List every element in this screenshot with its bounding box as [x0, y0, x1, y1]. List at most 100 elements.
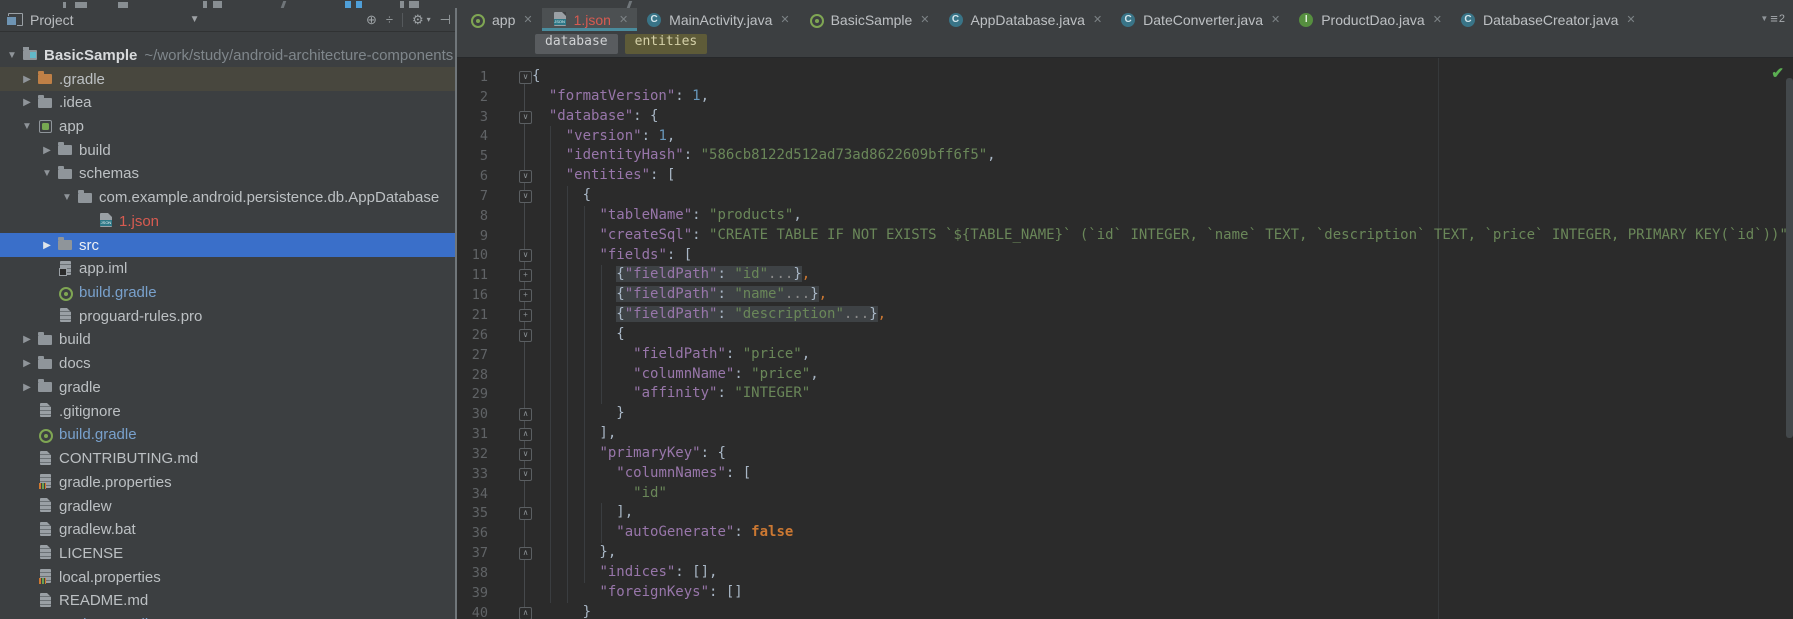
tab-productdao-java[interactable]: I ProductDao.java ✕ [1289, 8, 1451, 31]
close-icon[interactable]: ✕ [780, 13, 789, 26]
fold-gutter: ∨ [488, 325, 532, 345]
locate-file-icon[interactable]: ⊕ [366, 12, 377, 28]
chevron-collapsed-icon[interactable]: ▶ [17, 334, 37, 345]
code-text: "createSql": "CREATE TABLE IF NOT EXISTS… [599, 226, 1793, 243]
tree-item-gradlew[interactable]: gradlew [0, 494, 455, 518]
tab-app[interactable]: app ✕ [460, 8, 542, 31]
tree-item-build[interactable]: ▶ build [0, 328, 455, 352]
project-panel-title: Project [30, 11, 74, 28]
iml-icon [57, 260, 77, 277]
code-line: 36 "autoGenerate": false [457, 523, 1793, 543]
tree-item-proguard-rules-pro[interactable]: proguard-rules.pro [0, 304, 455, 328]
tree-item-src[interactable]: ▶ src [0, 233, 455, 257]
code-text: "id" [633, 484, 667, 501]
close-icon[interactable]: ✕ [523, 13, 532, 26]
tab-dateconverter-java[interactable]: C DateConverter.java ✕ [1111, 8, 1289, 31]
fold-start-icon[interactable]: ∨ [519, 70, 532, 84]
tree-item-basicsample[interactable]: ▼ BasicSample ~/work/study/android-archite… [0, 44, 455, 68]
fold-plus-icon[interactable]: + [519, 269, 532, 283]
settings-gear-icon[interactable]: ⚙ [412, 12, 424, 28]
close-icon[interactable]: ✕ [1433, 13, 1442, 26]
fold-start-icon[interactable]: ∨ [519, 170, 532, 184]
code-editor[interactable]: 1 ∨{2 "formatVersion": 1, 3 ∨ "database": {… [457, 57, 1793, 619]
tree-item-app-iml[interactable]: app.iml [0, 257, 455, 281]
panel-splitter[interactable] [455, 8, 457, 619]
close-icon[interactable]: ✕ [920, 13, 929, 26]
tree-item-gradlew-bat[interactable]: gradlew.bat [0, 518, 455, 542]
tree-item-gradle-properties[interactable]: gradle.properties [0, 470, 455, 494]
tree-item-settings-gradle[interactable]: settings.gradle [0, 613, 455, 619]
code-line: 16 + {"fieldPath": "name"...}, [457, 285, 1793, 305]
fold-end-icon[interactable]: ∧ [519, 408, 532, 422]
breadcrumb-database[interactable]: database [535, 34, 618, 54]
tree-item-schemas[interactable]: ▼ schemas [0, 162, 455, 186]
tab-mainactivity-java[interactable]: C MainActivity.java ✕ [637, 8, 798, 31]
tree-item-gradle[interactable]: ▶ gradle [0, 376, 455, 400]
project-view-dropdown-icon[interactable]: ▼ [190, 14, 200, 25]
tab-appdatabase-java[interactable]: C AppDatabase.java ✕ [939, 8, 1112, 31]
chevron-collapsed-icon[interactable]: ▶ [37, 240, 57, 251]
fold-end-icon[interactable]: ∧ [519, 606, 532, 619]
tree-item-contributing-md[interactable]: CONTRIBUTING.md [0, 447, 455, 471]
chevron-expanded-icon[interactable]: ▼ [57, 192, 77, 203]
fold-plus-icon[interactable]: + [519, 308, 532, 322]
fold-gutter [488, 583, 532, 603]
tree-item-build-gradle[interactable]: build.gradle [0, 281, 455, 305]
inspections-ok-icon[interactable]: ✔ [1771, 64, 1784, 82]
tree-item-readme-md[interactable]: README.md [0, 589, 455, 613]
tab-databasecreator-java[interactable]: C DatabaseCreator.java ✕ [1451, 8, 1645, 31]
tree-item-build[interactable]: ▶ build [0, 138, 455, 162]
fold-start-icon[interactable]: ∨ [519, 328, 532, 342]
code-text: }, [532, 544, 617, 561]
tree-item-1-json[interactable]: 1.json [0, 210, 455, 234]
fold-end-icon[interactable]: ∧ [519, 428, 532, 442]
tree-item-build-gradle[interactable]: build.gradle [0, 423, 455, 447]
breadcrumb-entities[interactable]: entities [624, 34, 708, 54]
fold-end-icon[interactable]: ∧ [519, 547, 532, 561]
editor-scrollbar[interactable] [1786, 78, 1793, 438]
chevron-expanded-icon[interactable]: ▼ [37, 168, 57, 179]
fold-plus-icon[interactable]: + [519, 289, 532, 303]
close-icon[interactable]: ✕ [1626, 13, 1635, 26]
collapse-all-icon[interactable]: ÷ [386, 12, 393, 27]
code-line: 8 "tableName": "products", [457, 206, 1793, 226]
close-icon[interactable]: ✕ [619, 13, 628, 26]
code-text: "autoGenerate": false [616, 524, 794, 541]
chevron-collapsed-icon[interactable]: ▶ [17, 97, 37, 108]
line-number: 33 [471, 465, 488, 482]
fold-start-icon[interactable]: ∨ [519, 249, 532, 263]
tab-1-json[interactable]: 1.json ✕ [541, 8, 638, 31]
close-icon[interactable]: ✕ [1271, 13, 1280, 26]
hide-panel-icon[interactable]: ⊣ [440, 12, 451, 28]
fold-start-icon[interactable]: ∨ [519, 447, 532, 461]
tree-item-app[interactable]: ▼ app [0, 115, 455, 139]
tree-item-label: gradle [59, 378, 101, 396]
chevron-collapsed-icon[interactable]: ▶ [17, 358, 37, 369]
tree-item-com-example-android-persistence-db-appdatabase[interactable]: ▼ com.example.android.persistence.db.AppD… [0, 186, 455, 210]
fold-end-icon[interactable]: ∧ [519, 507, 532, 521]
chevron-expanded-icon[interactable]: ▼ [2, 50, 22, 61]
project-panel-header[interactable]: Project ▼ ⊕ ÷ ⚙ ▾ ⊣ [0, 8, 455, 32]
tree-item-label: docs [59, 355, 91, 373]
tree-item-license[interactable]: LICENSE [0, 542, 455, 566]
fold-start-icon[interactable]: ∨ [519, 467, 532, 481]
tree-item--gradle[interactable]: ▶ .gradle [0, 67, 455, 91]
close-icon[interactable]: ✕ [1093, 13, 1102, 26]
chevron-collapsed-icon[interactable]: ▶ [17, 74, 37, 85]
tree-item--gitignore[interactable]: .gitignore [0, 399, 455, 423]
chevron-collapsed-icon[interactable]: ▶ [17, 382, 37, 393]
tree-item-local-properties[interactable]: local.properties [0, 565, 455, 589]
code-line: 28 "columnName": "price", [457, 365, 1793, 385]
code-line: 39 "foreignKeys": [] [457, 583, 1793, 603]
fold-start-icon[interactable]: ∨ [519, 110, 532, 124]
tree-item--idea[interactable]: ▶ .idea [0, 91, 455, 115]
tree-item-docs[interactable]: ▶ docs [0, 352, 455, 376]
fold-gutter [488, 365, 532, 385]
hidden-tabs-button[interactable]: ▼ ≡ 2 [1760, 11, 1785, 26]
line-number: 39 [471, 584, 488, 601]
fold-start-icon[interactable]: ∨ [519, 189, 532, 203]
tab-basicsample[interactable]: BasicSample ✕ [799, 8, 939, 31]
chevron-expanded-icon[interactable]: ▼ [17, 121, 37, 132]
file-icon [37, 403, 57, 419]
chevron-collapsed-icon[interactable]: ▶ [37, 145, 57, 156]
